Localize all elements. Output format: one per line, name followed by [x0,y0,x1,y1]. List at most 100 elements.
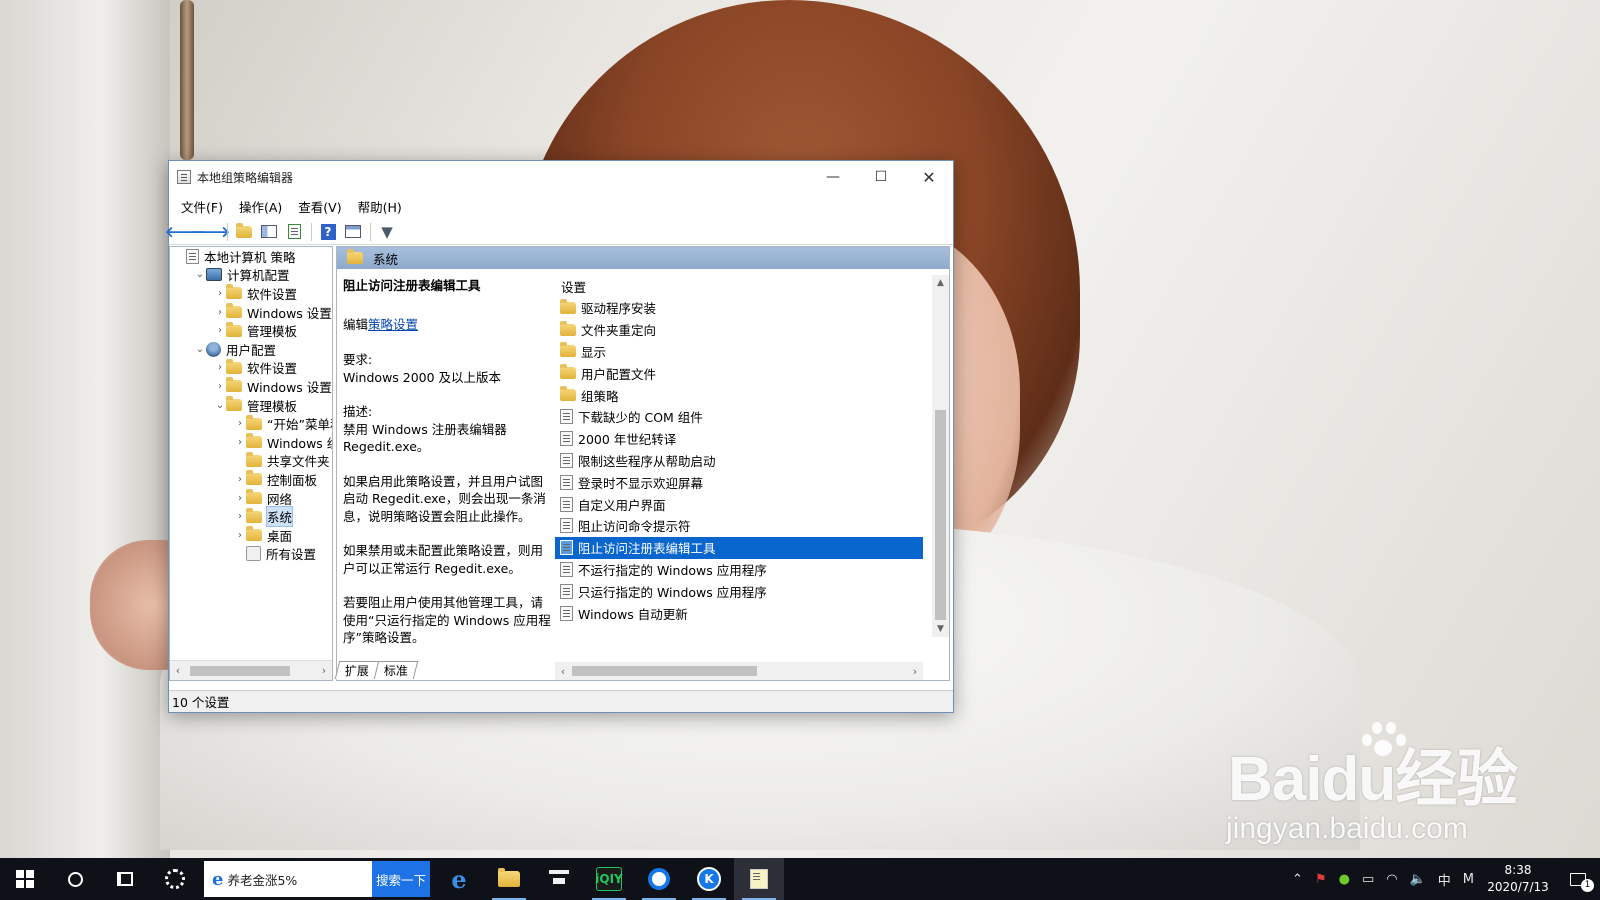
scrollbar-thumb[interactable] [190,666,290,676]
tree-item[interactable]: › Windows 设置 [170,303,332,322]
policy-setting-row[interactable]: 自定义用户界面 [555,493,923,515]
battery-icon[interactable]: ▭ [1356,872,1380,887]
settings-folder-row[interactable]: 用户配置文件 [555,362,923,384]
properties-icon[interactable] [341,221,365,243]
collapsed-chevron-icon[interactable]: › [234,493,246,504]
collapsed-chevron-icon[interactable]: › [214,362,226,373]
scroll-down-icon[interactable]: ▼ [932,621,949,637]
search-button[interactable]: 搜索一下 [372,861,430,897]
help-icon[interactable]: ? [316,221,340,243]
collapsed-chevron-icon[interactable]: › [234,437,246,448]
policy-setting-row[interactable]: 下载缺少的 COM 组件 [555,406,923,428]
search-input[interactable]: e 养老金涨5% [204,861,372,897]
forward-arrow-icon[interactable]: 🡒 [190,221,230,243]
edge-icon[interactable]: e [434,858,484,900]
tree-item[interactable]: ⌄ 管理模板 [170,396,332,415]
tree-item[interactable]: › 软件设置 [170,284,332,303]
app-360-button[interactable] [150,858,200,900]
policy-setting-row[interactable]: 限制这些程序从帮助启动 [555,450,923,472]
settings-folder-row[interactable]: 驱动程序安装 [555,297,923,319]
collapsed-chevron-icon[interactable]: › [214,288,226,299]
notepad-icon[interactable] [734,858,784,900]
collapsed-chevron-icon[interactable]: › [234,511,246,522]
settings-horizontal-scrollbar[interactable]: ‹ › [555,662,923,680]
kugou-icon[interactable]: K [684,858,734,900]
tab-standard[interactable]: 标准 [373,661,419,679]
show-hide-tree-icon[interactable] [257,221,281,243]
tree-item[interactable]: › 管理模板 [170,321,332,340]
policy-setting-row[interactable]: 不运行指定的 Windows 应用程序 [555,559,923,581]
tree-item[interactable]: › 系统 [170,506,332,528]
column-header-setting[interactable]: 设置 [555,275,923,297]
scroll-up-icon[interactable]: ▲ [932,275,949,291]
minimize-button[interactable]: — [809,161,857,193]
policy-setting-row[interactable]: 阻止访问命令提示符 [555,515,923,537]
expanded-chevron-icon[interactable]: ⌄ [214,400,226,411]
cortana-button[interactable] [50,858,100,900]
maximize-button[interactable]: ☐ [857,161,905,193]
menu-file[interactable]: 文件(F) [173,197,231,216]
ime-language-indicator[interactable]: 中 [1432,870,1457,889]
scroll-left-icon[interactable]: ‹ [555,665,571,678]
settings-vertical-scrollbar[interactable]: ▲ ▼ [932,275,949,637]
clock[interactable]: 8:38 2020/7/13 [1480,862,1556,896]
tree-item[interactable]: 本地计算机 策略 [170,247,332,266]
policy-setting-row[interactable]: 阻止访问注册表编辑工具 [555,536,923,559]
collapsed-chevron-icon[interactable]: › [214,381,226,392]
volume-icon[interactable]: 🔈 [1404,872,1432,887]
tree-item[interactable]: › Windows 组件 [170,433,332,452]
scroll-right-icon[interactable]: › [907,665,923,678]
chevron-up-icon[interactable]: ⌃ [1286,872,1309,887]
settings-folder-row[interactable]: 组策略 [555,384,923,406]
tree-item[interactable]: ⌄ 计算机配置 [170,266,332,285]
360-tray-icon[interactable]: ● [1333,872,1356,887]
network-icon[interactable]: ◠ [1380,872,1403,887]
collapsed-chevron-icon[interactable]: › [214,325,226,336]
tree-item[interactable]: ⌄ 用户配置 [170,340,332,359]
tree-item[interactable]: › Windows 设置 [170,377,332,396]
store-icon[interactable] [534,858,584,900]
tree-item[interactable]: › 桌面 [170,526,332,545]
policy-setting-row[interactable]: 2000 年世纪转译 [555,428,923,450]
policy-setting-row[interactable]: Windows 自动更新 [555,602,923,624]
settings-folder-row[interactable]: 文件夹重定向 [555,319,923,341]
task-view-button[interactable] [100,858,150,900]
scrollbar-thumb[interactable] [935,410,946,620]
scroll-right-icon[interactable]: › [316,664,332,677]
close-button[interactable]: ✕ [905,161,953,193]
collapsed-chevron-icon[interactable]: › [234,530,246,541]
tree-item[interactable]: › 网络 [170,489,332,508]
settings-folder-row[interactable]: 显示 [555,341,923,363]
start-button[interactable] [0,858,50,900]
export-list-icon[interactable] [282,221,306,243]
expanded-chevron-icon[interactable]: ⌄ [194,344,206,355]
tree-item[interactable]: › 控制面板 [170,470,332,489]
browser-q-icon[interactable] [634,858,684,900]
expanded-chevron-icon[interactable]: ⌄ [194,269,206,280]
file-explorer-icon[interactable] [484,858,534,900]
menu-help[interactable]: 帮助(H) [350,197,410,216]
policy-setting-row[interactable]: 登录时不显示欢迎屏幕 [555,471,923,493]
iqiyi-icon[interactable]: iQIY [584,858,634,900]
edit-policy-link[interactable]: 策略设置 [368,317,418,332]
tree-item[interactable]: 共享文件夹 [170,451,332,471]
tree-item[interactable]: › 软件设置 [170,358,332,378]
action-center-button[interactable]: 1 [1556,858,1600,900]
tree-horizontal-scrollbar[interactable]: ‹ › [170,660,332,680]
up-folder-icon[interactable] [232,221,256,243]
collapsed-chevron-icon[interactable]: › [234,474,246,485]
tab-extended[interactable]: 扩展 [334,661,380,679]
policy-setting-row[interactable]: 只运行指定的 Windows 应用程序 [555,580,923,602]
title-bar[interactable]: 本地组策略编辑器 — ☐ ✕ [169,161,953,193]
ime-mode-indicator[interactable]: M [1457,872,1480,887]
menu-action[interactable]: 操作(A) [231,197,290,216]
collapsed-chevron-icon[interactable]: › [214,307,226,318]
tree-item[interactable]: 所有设置 [170,545,332,564]
collapsed-chevron-icon[interactable]: › [234,418,246,429]
filter-icon[interactable]: ▼ [375,221,399,243]
scrollbar-thumb[interactable] [572,666,757,676]
menu-view[interactable]: 查看(V) [290,197,349,216]
tree-item[interactable]: › “开始”菜单和 [170,414,332,433]
scroll-left-icon[interactable]: ‹ [170,664,186,677]
security-tray-icon[interactable]: ⚑ [1309,872,1333,887]
